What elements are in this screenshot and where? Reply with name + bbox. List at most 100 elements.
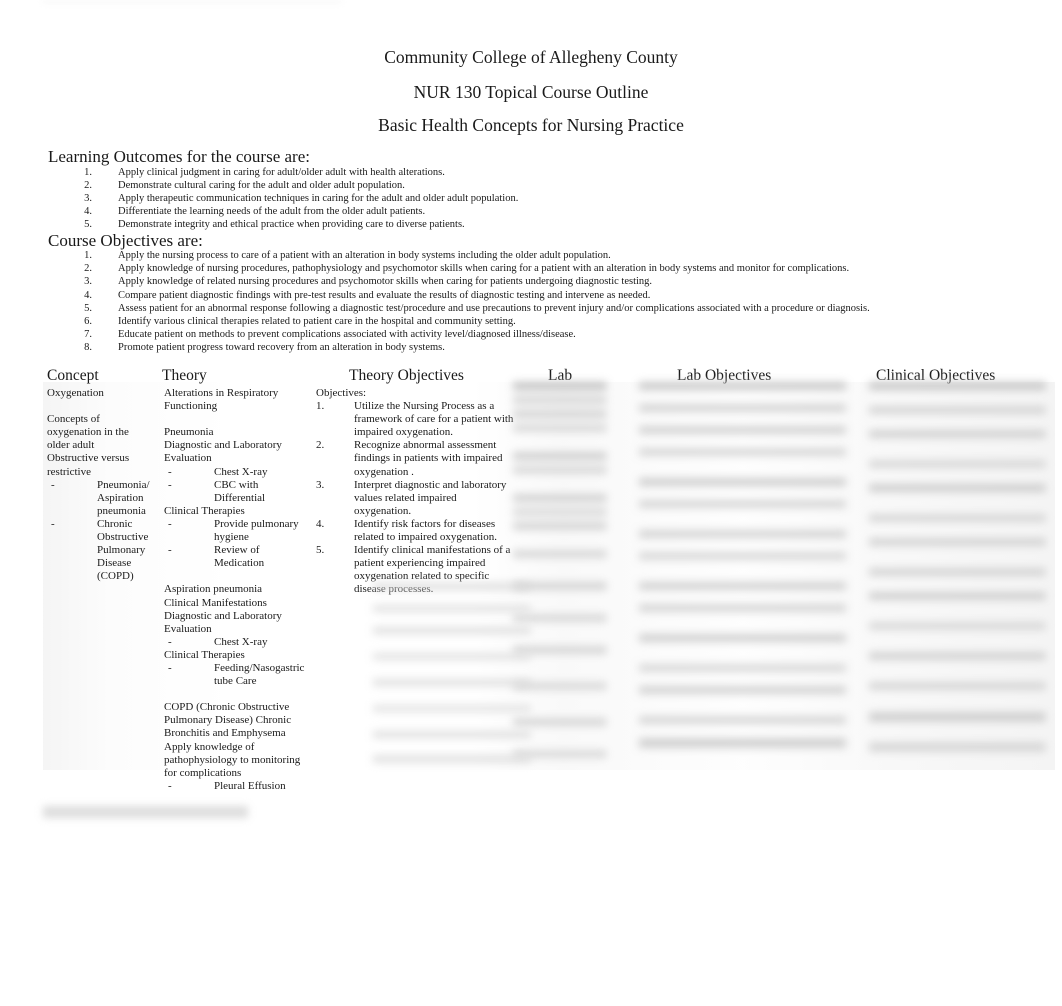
- dash-bullet-icon: -: [168, 635, 172, 648]
- theory-objective-text: Recognize abnormal assessment: [354, 439, 497, 452]
- list-item: 5. Demonstrate integrity and ethical prac…: [70, 218, 518, 231]
- cell-bullet-text: Chest X-ray: [214, 465, 268, 478]
- dash-bullet-icon: -: [51, 517, 55, 530]
- list-item-number: 6.: [84, 315, 92, 327]
- dash-bullet-icon: -: [168, 465, 172, 478]
- theory-objective-text: Identify clinical manifestations of a: [354, 544, 511, 557]
- list-item-number: 5.: [84, 219, 92, 230]
- learning-outcomes-list: 1. Apply clinical judgment in caring for …: [70, 166, 518, 231]
- list-item-number: 5.: [84, 302, 92, 314]
- redacted-lab-objectives-column: [639, 382, 864, 770]
- list-item: 2. Apply knowledge of nursing procedures,…: [70, 262, 870, 275]
- table-cell-concept: Oxygenation Concepts of oxygenation in th…: [47, 387, 165, 583]
- cell-text-line: Concepts of: [47, 413, 100, 426]
- list-item-number: 3.: [84, 276, 92, 288]
- dash-bullet-icon: -: [168, 517, 172, 530]
- theory-objective-item: 4. Identify risk factors for diseases: [316, 518, 516, 531]
- list-item-text: Educate patient on methods to prevent co…: [118, 329, 576, 341]
- cell-text-line: Obstructive versus: [47, 452, 130, 465]
- cell-text-line: Oxygenation: [47, 387, 104, 399]
- theory-objective-continuation: impaired oxygenation.: [316, 426, 516, 439]
- redacted-clinical-objectives-column: [869, 382, 1055, 770]
- dash-bullet-icon: -: [168, 478, 172, 491]
- cell-bullet-text: tube Care: [214, 675, 257, 688]
- theory-objective-continuation: oxygenation related to specific: [316, 570, 516, 583]
- cell-bullet-continuation: tube Care: [164, 675, 312, 688]
- cell-text-line: older adult: [47, 439, 95, 452]
- theory-objective-item: 1. Utilize the Nursing Process as a: [316, 400, 516, 413]
- learning-outcomes-heading: Learning Outcomes for the course are:: [48, 147, 310, 166]
- cell-text-line: Pneumonia: [164, 426, 214, 439]
- theory-objective-item: 3. Interpret diagnostic and laboratory: [316, 479, 516, 492]
- redacted-theory-objectives-lower: [373, 583, 553, 770]
- cell-bullet-continuation: pneumonia: [47, 505, 165, 518]
- theory-objective-number: 4.: [316, 517, 325, 530]
- dash-bullet-icon: -: [168, 544, 172, 557]
- theory-objective-number: 5.: [316, 544, 325, 557]
- redacted-footer-text: [43, 806, 248, 818]
- theory-objective-text: Identify risk factors for diseases: [354, 517, 496, 530]
- list-item-number: 2.: [84, 263, 92, 275]
- theory-objective-text: Utilize the Nursing Process as a: [354, 400, 495, 413]
- cell-bullet-continuation: Disease (COPD): [47, 557, 165, 583]
- table-header-theory: Theory: [162, 367, 207, 384]
- list-item: 1. Apply the nursing process to care of a…: [70, 249, 870, 262]
- course-objectives-list: 1. Apply the nursing process to care of a…: [70, 249, 870, 355]
- list-item-text: Apply knowledge of nursing procedures, p…: [118, 263, 850, 275]
- cell-spacer: [47, 400, 165, 413]
- cell-bullet-item: - Feeding/Nasogastric: [164, 662, 312, 675]
- theory-objective-text: oxygenation .: [354, 465, 414, 478]
- cell-bullet-text: Disease (COPD): [97, 557, 134, 583]
- list-item-number: 3.: [84, 193, 92, 204]
- list-item-number: 7.: [84, 329, 92, 341]
- cell-bullet-text: Pneumonia/: [97, 478, 150, 491]
- cell-text-line: Evaluation: [164, 622, 212, 635]
- theory-objective-text: Interpret diagnostic and laboratory: [354, 478, 507, 491]
- cell-bullet-item: - Pneumonia/: [47, 479, 165, 492]
- theory-objective-item: 2. Recognize abnormal assessment: [316, 439, 516, 452]
- cell-bullet-text: Feeding/Nasogastric: [214, 661, 305, 674]
- list-item-number: 1.: [84, 250, 92, 261]
- cell-bullet-continuation: hygiene: [164, 531, 312, 544]
- table-header-theory-objectives: Theory Objectives: [349, 367, 464, 384]
- cell-text-line: Diagnostic and Laboratory: [164, 609, 282, 622]
- list-item-text: Apply the nursing process to care of a p…: [118, 250, 611, 261]
- cell-bullet-item: - Chest X-ray: [164, 636, 312, 649]
- cell-text-line: Clinical Therapies: [164, 504, 245, 517]
- list-item: 4. Compare patient diagnostic findings wi…: [70, 289, 870, 302]
- list-item-text: Promote patient progress toward recovery…: [118, 342, 445, 354]
- redacted-lab-column: [513, 382, 633, 770]
- cell-bullet-text: Obstructive: [97, 531, 149, 544]
- table-cell-theory-objectives: Objectives: 1. Utilize the Nursing Process…: [316, 387, 516, 597]
- list-item-text: Demonstrate cultural caring for the adul…: [118, 180, 405, 191]
- cell-bullet-text: Pleural Effusion: [214, 779, 286, 792]
- course-objectives-heading: Course Objectives are:: [48, 231, 203, 250]
- cell-text-line: for complications: [164, 766, 242, 779]
- list-item: 3. Apply therapeutic communication techni…: [70, 192, 518, 205]
- cell-bullet-text: Review of Medication: [214, 544, 265, 570]
- list-item-text: Identify various clinical therapies rela…: [118, 315, 516, 327]
- theory-objectives-label: Objectives:: [316, 387, 367, 399]
- cell-text-line: COPD (Chronic Obstructive: [164, 701, 290, 714]
- cell-bullet-text: Chest X-ray: [214, 635, 268, 648]
- theory-objective-continuation: related to impaired oxygenation.: [316, 531, 516, 544]
- cell-text-line: Apply knowledge of: [164, 740, 255, 753]
- cell-text-line: Evaluation: [164, 452, 212, 465]
- cell-bullet-item: - Chronic: [47, 518, 165, 531]
- theory-objective-item: 5. Identify clinical manifestations of a: [316, 544, 516, 557]
- cell-bullet-item: - Chest X-ray: [164, 466, 312, 479]
- list-item-text: Compare patient diagnostic findings with…: [118, 289, 651, 301]
- cell-bullet-item: - Provide pulmonary: [164, 518, 312, 531]
- theory-objective-continuation: values related impaired oxygenation.: [316, 492, 516, 518]
- cell-text-line: Clinical Manifestations: [164, 596, 267, 609]
- theory-objective-continuation: findings in patients with impaired: [316, 452, 516, 465]
- theory-objective-text: disease processes.: [354, 583, 434, 596]
- cell-text-line: Functioning: [164, 400, 218, 413]
- theory-objective-text: findings in patients with impaired: [354, 452, 503, 465]
- dash-bullet-icon: -: [51, 478, 55, 491]
- cell-bullet-item: - CBC with Differential: [164, 479, 312, 505]
- list-item-number: 4.: [84, 289, 92, 301]
- list-item-number: 4.: [84, 206, 92, 217]
- theory-objective-text: related to impaired oxygenation.: [354, 531, 497, 544]
- cell-bullet-text: CBC with Differential: [214, 478, 266, 504]
